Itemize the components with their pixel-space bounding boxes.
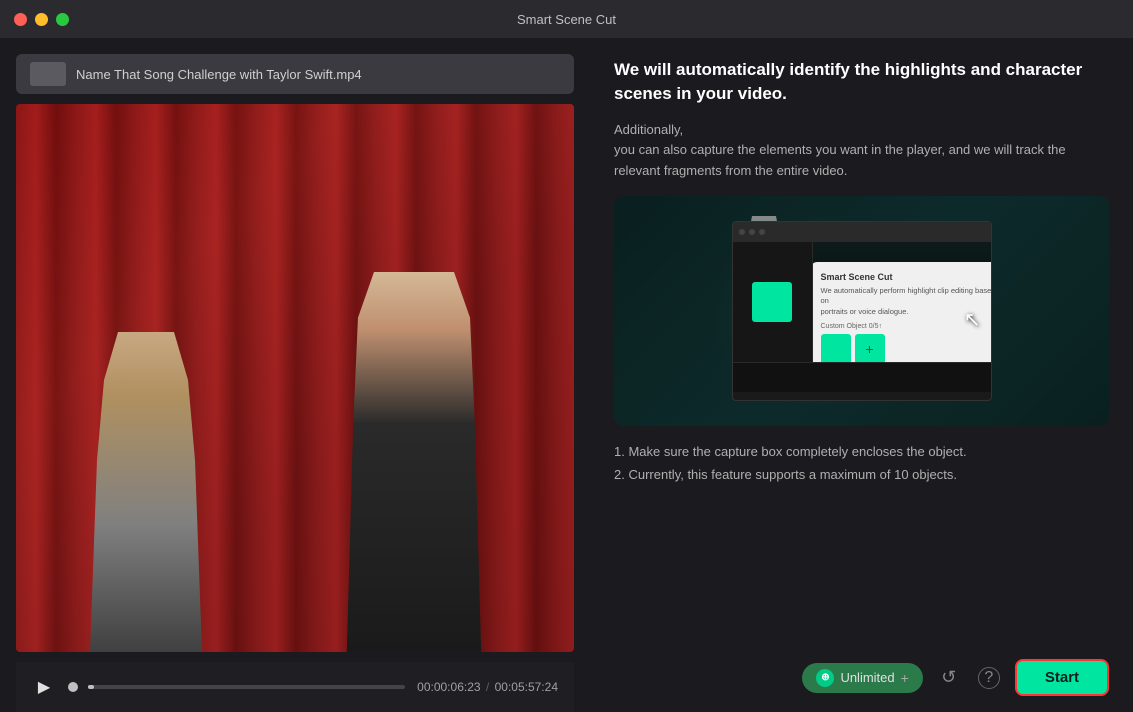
file-bar: Name That Song Challenge with Taylor Swi… xyxy=(16,54,574,94)
title-bar: Smart Scene Cut xyxy=(0,0,1133,38)
minimize-button[interactable] xyxy=(35,13,48,26)
window-controls xyxy=(14,13,69,26)
total-time: 00:05:57:24 xyxy=(495,680,558,694)
mini-left-panel xyxy=(733,242,813,362)
demo-inner: Smart Scene Cut We automatically perform… xyxy=(614,196,1109,426)
info-button[interactable]: ? xyxy=(975,664,1003,692)
panel-subtext: Additionally, you can also capture the e… xyxy=(614,120,1109,182)
progress-bar[interactable] xyxy=(88,685,405,689)
unlimited-badge: ⊕ Unlimited + xyxy=(802,663,922,693)
panel-heading: We will automatically identify the highl… xyxy=(614,58,1109,106)
mini-main: Smart Scene Cut We automatically perform… xyxy=(813,242,991,362)
mini-obj-1 xyxy=(821,334,851,362)
notes-list: 1. Make sure the capture box completely … xyxy=(614,440,1109,487)
mini-obj-2: + xyxy=(855,334,885,362)
mini-timeline xyxy=(733,362,991,392)
subtext-body: you can also capture the elements you wa… xyxy=(614,140,1109,182)
note-line-1: 1. Make sure the capture box completely … xyxy=(614,440,1109,463)
window-title: Smart Scene Cut xyxy=(517,12,616,27)
play-button[interactable]: ▶ xyxy=(32,675,56,699)
file-icon xyxy=(30,62,66,86)
mini-dialog-objects: + xyxy=(821,334,991,362)
cursor-icon: ↖ xyxy=(964,307,981,332)
mini-dot-2 xyxy=(749,229,755,235)
mini-dot-1 xyxy=(739,229,745,235)
mini-viewport: Smart Scene Cut We automatically perform… xyxy=(733,242,991,362)
refresh-button[interactable]: ↺ xyxy=(935,664,963,692)
person-right-figure xyxy=(334,272,494,652)
close-button[interactable] xyxy=(14,13,27,26)
action-bar: ⊕ Unlimited + ↺ ? Start xyxy=(614,651,1109,696)
left-panel: Name That Song Challenge with Taylor Swi… xyxy=(0,38,590,712)
video-container xyxy=(16,104,574,652)
current-time: 00:00:06:23 xyxy=(417,680,480,694)
filename-label: Name That Song Challenge with Taylor Swi… xyxy=(76,67,362,82)
right-panel: We will automatically identify the highl… xyxy=(590,38,1133,712)
mini-editor: Smart Scene Cut We automatically perform… xyxy=(732,221,992,401)
mini-dialog-title: Smart Scene Cut xyxy=(821,272,991,282)
mini-color-box xyxy=(752,282,792,322)
progress-container xyxy=(68,682,405,692)
time-display: 00:00:06:23 / 00:05:57:24 xyxy=(417,680,558,694)
start-button[interactable]: Start xyxy=(1015,659,1109,696)
main-content: Name That Song Challenge with Taylor Swi… xyxy=(0,38,1133,712)
unlimited-label: Unlimited xyxy=(840,670,894,685)
video-frame xyxy=(16,104,574,652)
demo-area: Smart Scene Cut We automatically perform… xyxy=(614,196,1109,426)
maximize-button[interactable] xyxy=(56,13,69,26)
subtext-intro: Additionally, xyxy=(614,120,1109,141)
badge-plus: + xyxy=(901,670,909,686)
progress-fill xyxy=(88,685,94,689)
mini-editor-header xyxy=(733,222,991,242)
video-controls-bar: ▶ 00:00:06:23 / 00:05:57:24 xyxy=(16,662,574,712)
progress-dot[interactable] xyxy=(68,682,78,692)
time-separator: / xyxy=(486,680,489,694)
note-line-2: 2. Currently, this feature supports a ma… xyxy=(614,463,1109,486)
mini-dot-3 xyxy=(759,229,765,235)
badge-icon: ⊕ xyxy=(816,669,834,687)
